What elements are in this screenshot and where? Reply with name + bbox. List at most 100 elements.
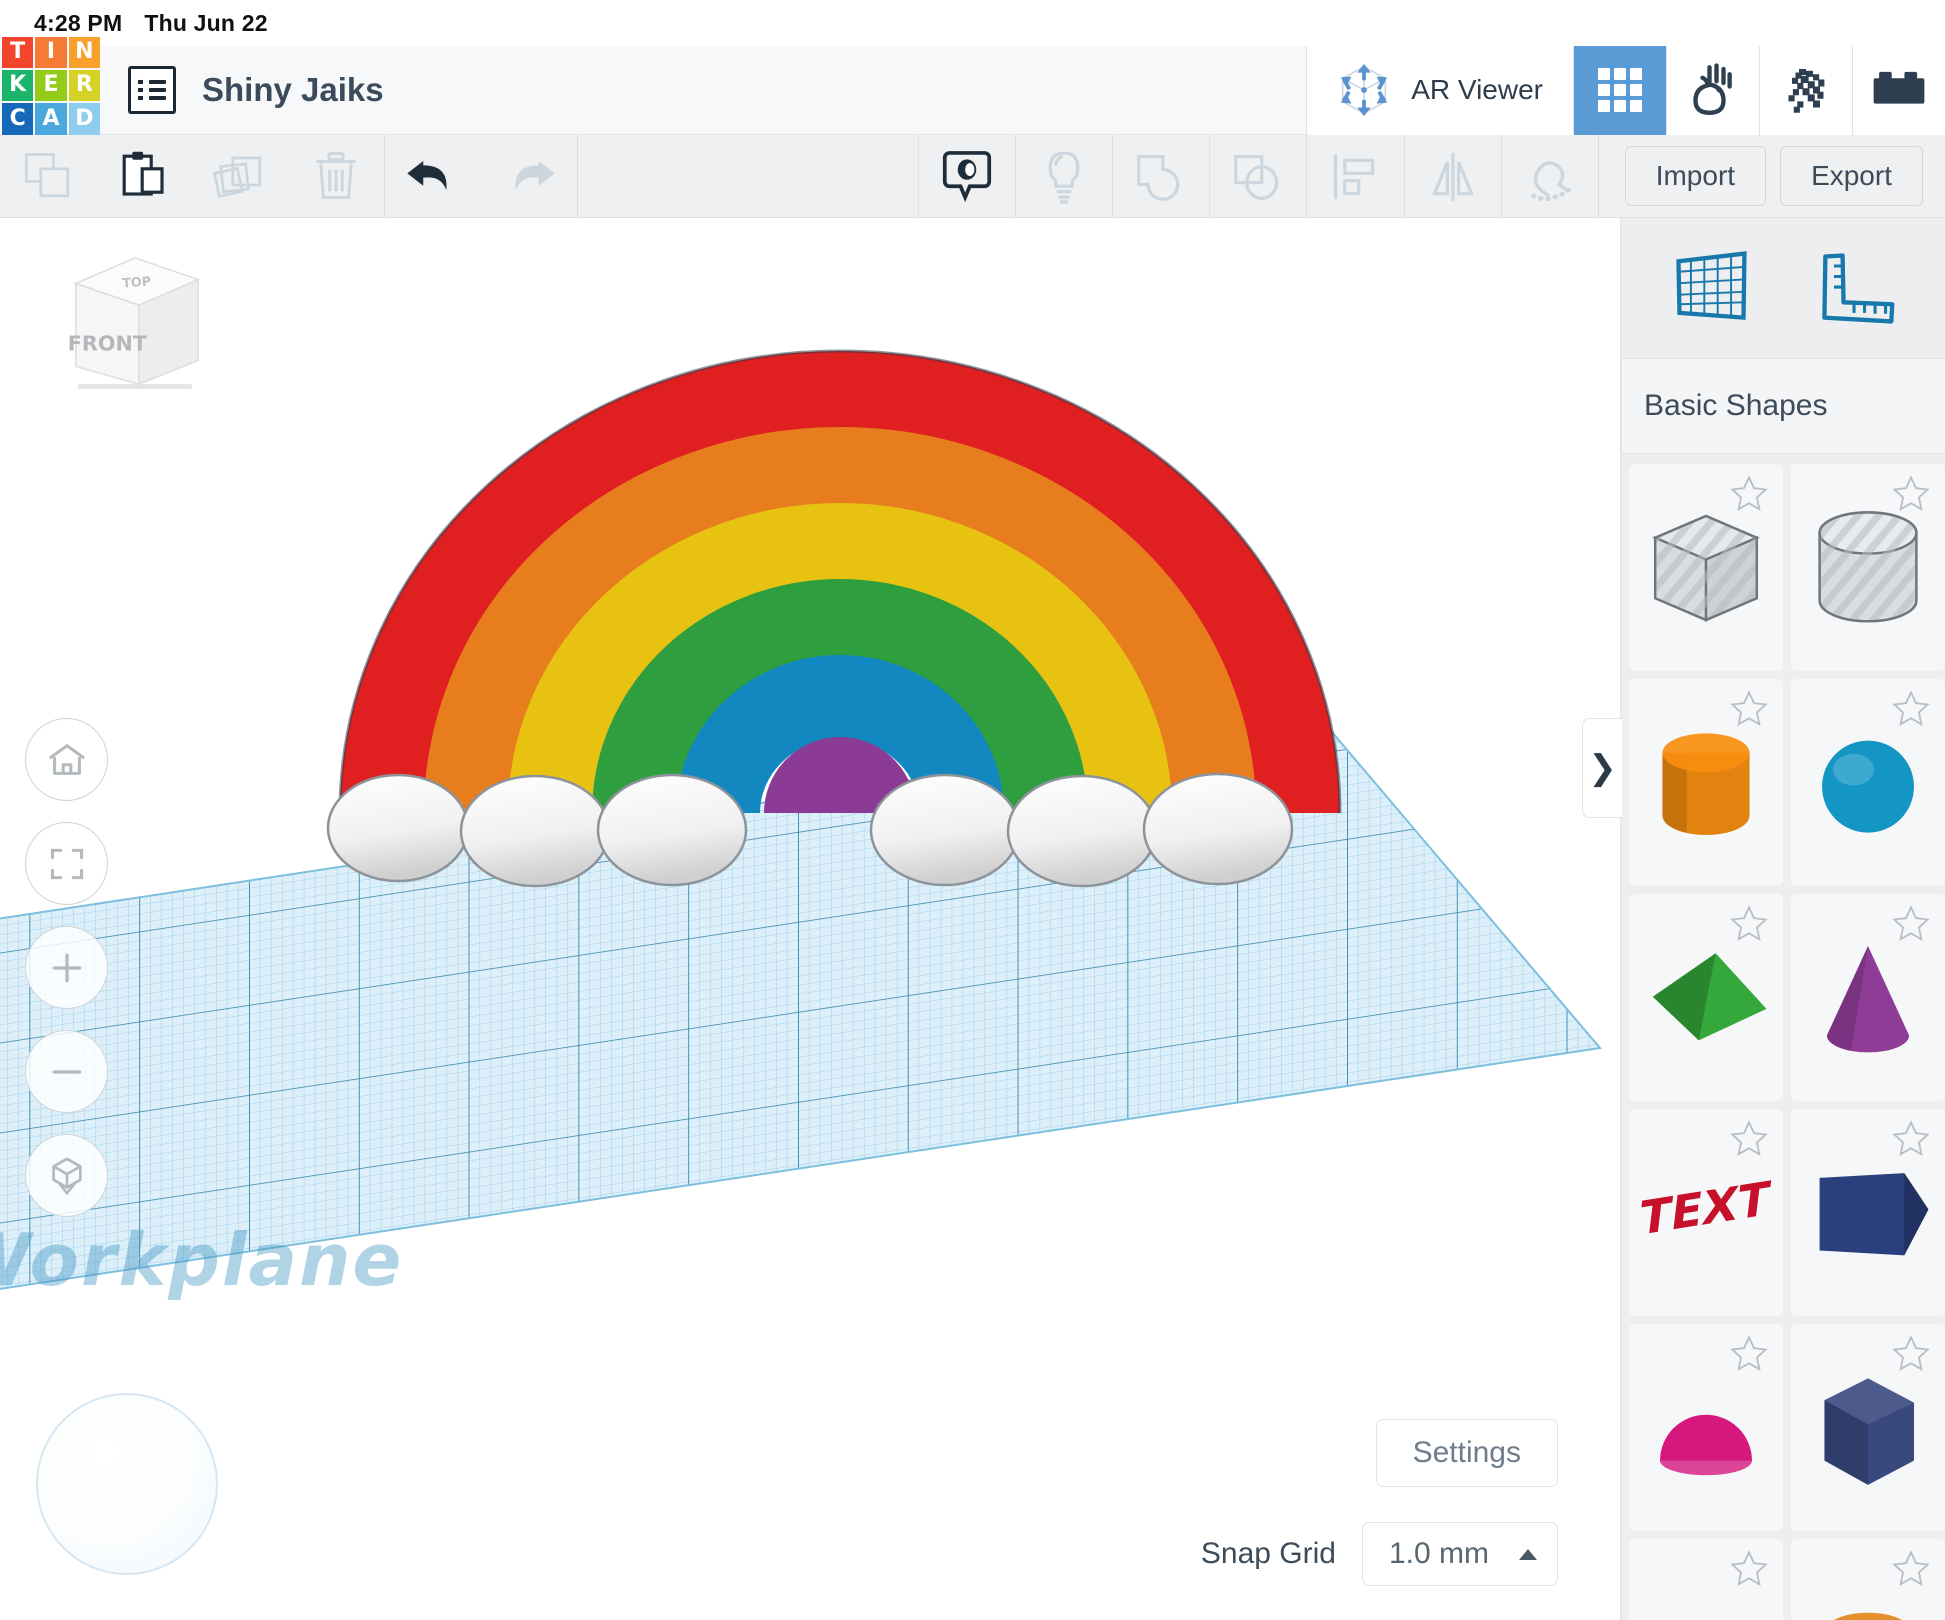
minecraft-button[interactable] [1760,46,1852,135]
help-bubble[interactable] [36,1393,218,1575]
shape-item-sphere-solid[interactable] [1791,679,1945,886]
shape-item-roof-solid[interactable] [1791,1109,1945,1316]
cloud-ball [328,775,468,881]
paste-button[interactable] [96,135,192,218]
align-button[interactable] [1307,135,1404,218]
svg-text:TEXT: TEXT [1636,1171,1772,1247]
projection-toggle-button[interactable] [25,1134,108,1217]
settings-button[interactable]: Settings [1376,1419,1558,1487]
ar-viewer-button[interactable]: AR Viewer [1307,46,1573,135]
export-button[interactable]: Export [1780,146,1923,206]
favorite-star-icon[interactable] [1729,474,1769,514]
favorite-star-icon[interactable] [1729,904,1769,944]
shape-item-cone-solid[interactable] [1791,894,1945,1101]
ungroup-shapes-icon [1232,151,1284,203]
minus-icon [47,1052,87,1092]
paste-icon [117,149,171,203]
favorite-star-icon[interactable] [1891,689,1931,729]
magnet-icon [1524,151,1576,203]
fit-view-button[interactable] [25,822,108,905]
favorite-star-icon[interactable] [1891,904,1931,944]
ungroup-button[interactable] [1209,135,1306,218]
hand-tool-button[interactable] [1667,46,1759,135]
snap-grid-value: 1.0 mm [1389,1537,1489,1571]
shapes-category-dropdown[interactable]: Basic Shapes [1621,358,1945,454]
project-menu-button[interactable] [128,66,176,114]
redo-button[interactable] [481,135,577,218]
list-menu-icon [149,80,166,84]
view-cube-front-label: FRONT [68,332,148,356]
snap-grid-label: Snap Grid [1201,1537,1336,1571]
ar-viewer-label: AR Viewer [1411,74,1543,106]
snap-magnet-button[interactable] [1501,135,1598,218]
redo-arrow-icon [498,151,560,201]
logo-tile-i-1: I [35,37,66,68]
zoom-out-button[interactable] [25,1030,108,1113]
workplane-tool-icon[interactable] [1668,245,1754,331]
main-toolbar: Import Export [0,135,1945,218]
duplicate-button[interactable] [192,135,288,218]
page-title[interactable]: Shiny Jaiks [202,71,384,109]
chevron-right-icon: ❯ [1588,748,1617,788]
3d-viewport[interactable]: Workplane [0,218,1620,1620]
pickaxe-icon [1778,62,1834,118]
mirror-button[interactable] [1404,135,1501,218]
snap-grid-select[interactable]: 1.0 mm [1362,1522,1558,1586]
logo-tile-r-5: R [69,70,100,101]
clipboard-group [0,135,384,217]
zoom-in-button[interactable] [25,926,108,1009]
logo-tile-c-6: C [2,103,33,134]
plus-icon [47,948,87,988]
cloud-ball [1008,776,1156,886]
cloud-ball [871,775,1019,885]
rainbow-model[interactable] [320,308,1420,948]
favorite-star-icon[interactable] [1729,1549,1769,1589]
light-button[interactable] [1015,135,1112,218]
cloud-ball [461,776,609,886]
shape-item-hemisphere-solid[interactable] [1629,1324,1783,1531]
shape-item-tube-solid[interactable] [1791,1539,1945,1620]
favorite-star-icon[interactable] [1729,1334,1769,1374]
favorite-star-icon[interactable] [1729,689,1769,729]
shape-item-cylinder-solid[interactable] [1629,679,1783,886]
shape-item-torus-solid[interactable] [1629,1539,1783,1620]
ruler-tool-icon[interactable] [1812,245,1898,331]
logo-tile-d-8: D [69,103,100,134]
copy-button[interactable] [0,135,96,218]
list-menu-icon [149,96,166,100]
favorite-star-icon[interactable] [1891,474,1931,514]
shapes-grid: TEXT [1621,454,1945,1620]
undo-button[interactable] [385,135,481,218]
copy-icon [21,149,75,203]
tinkercad-logo[interactable]: TINKERCAD [2,37,100,135]
tinkercad-app: 4:28 PM Thu Jun 22 TINKERCAD Shiny Jaiks [0,0,1945,1620]
import-button[interactable]: Import [1625,146,1766,206]
align-icon [1330,151,1380,203]
trash-icon [309,149,363,203]
blocks-button[interactable] [1853,46,1945,135]
duplicate-icon [213,149,267,203]
shape-item-box-hole[interactable] [1629,464,1783,671]
shape-item-pyramid-solid[interactable] [1629,894,1783,1101]
favorite-star-icon[interactable] [1891,1334,1931,1374]
history-group [385,135,577,217]
status-date: Thu Jun 22 [144,10,267,37]
shape-item-cylinder-hole[interactable] [1791,464,1945,671]
favorite-star-icon[interactable] [1891,1119,1931,1159]
caret-up-icon [1519,1549,1537,1560]
shape-item-text-solid[interactable]: TEXT [1629,1109,1783,1316]
grid-view-button[interactable] [1574,46,1666,135]
delete-button[interactable] [288,135,384,218]
grid-3x3-icon [1598,68,1642,112]
shapes-panel: ❯ [1620,218,1945,1620]
favorite-star-icon[interactable] [1891,1549,1931,1589]
logo-tile-n-2: N [69,37,100,68]
home-view-button[interactable] [25,718,108,801]
status-time: 4:28 PM [34,10,122,37]
favorite-star-icon[interactable] [1729,1119,1769,1159]
panel-collapse-toggle[interactable]: ❯ [1582,718,1622,818]
shape-item-polygon-solid[interactable] [1791,1324,1945,1531]
notes-button[interactable] [918,135,1015,218]
group-button[interactable] [1112,135,1209,218]
view-cube[interactable]: TOP FRONT [58,246,206,396]
